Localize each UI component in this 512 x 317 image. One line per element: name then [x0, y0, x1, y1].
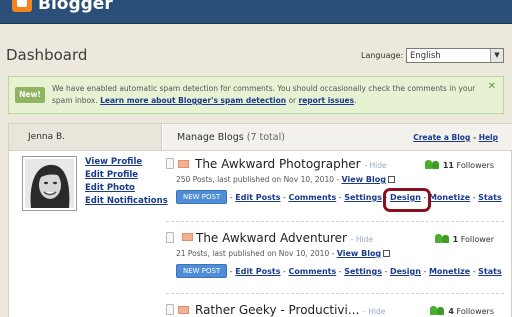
blog-title[interactable]: The Awkward Adventurer - Hide — [182, 231, 373, 245]
user-name: Jenna B. — [28, 132, 66, 142]
close-icon[interactable]: ✕ — [488, 82, 496, 92]
blog-title[interactable]: The Awkward Photographer - Hide — [195, 157, 387, 171]
page-icon — [166, 232, 174, 243]
mail-icon — [178, 306, 189, 314]
blogger-logo-icon[interactable] — [12, 0, 32, 12]
manage-blogs-header: Manage Blogs (7 total) Create a Blog - H… — [163, 124, 512, 151]
stats-link[interactable]: Stats — [478, 193, 502, 202]
view-blog-link[interactable]: View Blog — [341, 175, 385, 184]
mail-icon — [182, 233, 193, 241]
followers-icon — [434, 234, 450, 243]
language-value: English — [410, 51, 441, 61]
top-bar: Blogger — [0, 0, 512, 24]
dashboard-panel: Jenna B. Manage Blogs (7 total) Create a… — [8, 123, 512, 317]
help-link[interactable]: Help — [479, 133, 498, 142]
blog-actions: NEW POST - Edit Posts - Comments - Setti… — [176, 264, 502, 278]
avatar[interactable] — [22, 156, 77, 211]
blog-meta: 250 Posts, last published on Nov 10, 201… — [176, 175, 395, 184]
blog-actions: NEW POST - Edit Posts - Comments - Setti… — [176, 188, 502, 212]
edit-profile-link[interactable]: Edit Profile — [85, 169, 168, 182]
spam-notice: New! We have enabled automatic spam dete… — [8, 76, 504, 114]
view-profile-link[interactable]: View Profile — [85, 156, 168, 169]
new-badge: New! — [15, 87, 45, 103]
page-icon — [166, 304, 174, 315]
design-highlight: Design — [382, 188, 431, 212]
followers-count[interactable]: 11 Followers — [424, 160, 494, 170]
blog-count: (7 total) — [243, 132, 285, 143]
page-title: Dashboard — [6, 46, 88, 64]
learn-more-link[interactable]: Learn more about Blogger's spam detectio… — [100, 96, 286, 105]
blog-title[interactable]: Rather Geeky - Productivi... - Hide — [195, 303, 385, 317]
mail-icon — [178, 160, 189, 168]
new-post-button[interactable]: NEW POST — [176, 264, 228, 278]
comments-link[interactable]: Comments — [288, 193, 336, 202]
stats-link[interactable]: Stats — [478, 267, 502, 276]
design-link[interactable]: Design — [390, 267, 421, 276]
hide-link[interactable]: Hide — [368, 307, 385, 316]
followers-count[interactable]: 1 Follower — [434, 234, 494, 244]
external-link-icon — [383, 250, 391, 257]
blog-divider — [166, 293, 504, 294]
language-label: Language: — [361, 51, 404, 60]
edit-notifications-link[interactable]: Edit Notifications — [85, 195, 168, 208]
edit-posts-link[interactable]: Edit Posts — [235, 267, 280, 276]
settings-link[interactable]: Settings — [344, 193, 382, 202]
comments-link[interactable]: Comments — [288, 267, 336, 276]
blog-meta: 21 Posts, last published on Nov 10, 2010… — [176, 249, 391, 258]
new-post-button[interactable]: NEW POST — [176, 190, 228, 204]
monetize-link[interactable]: Monetize — [429, 193, 470, 202]
blog-divider — [166, 221, 504, 222]
followers-icon — [424, 160, 440, 169]
edit-photo-link[interactable]: Edit Photo — [85, 182, 168, 195]
design-link[interactable]: Design — [390, 193, 421, 202]
followers-icon — [430, 306, 445, 315]
hide-link[interactable]: Hide — [356, 235, 373, 244]
page-icon — [166, 158, 174, 169]
view-blog-link[interactable]: View Blog — [337, 249, 381, 258]
notice-text: We have enabled automatic spam detection… — [52, 84, 476, 105]
settings-link[interactable]: Settings — [344, 267, 382, 276]
create-blog-link[interactable]: Create a Blog — [413, 133, 470, 142]
manage-blogs-title: Manage Blogs (7 total) — [177, 132, 285, 143]
monetize-link[interactable]: Monetize — [429, 267, 470, 276]
external-link-icon — [387, 176, 395, 183]
report-issues-link[interactable]: report issues — [299, 96, 355, 105]
chevron-down-icon[interactable]: ▼ — [490, 49, 503, 62]
app-name[interactable]: Blogger — [38, 0, 113, 14]
language-select[interactable]: English ▼ — [406, 48, 504, 63]
followers-count[interactable]: 4 Followers — [430, 306, 494, 316]
profile-header: Jenna B. — [9, 124, 162, 151]
header-links: Create a Blog - Help — [413, 133, 498, 142]
hide-link[interactable]: Hide — [370, 161, 387, 170]
profile-links: View Profile Edit Profile Edit Photo Edi… — [85, 156, 168, 208]
edit-posts-link[interactable]: Edit Posts — [235, 193, 280, 202]
